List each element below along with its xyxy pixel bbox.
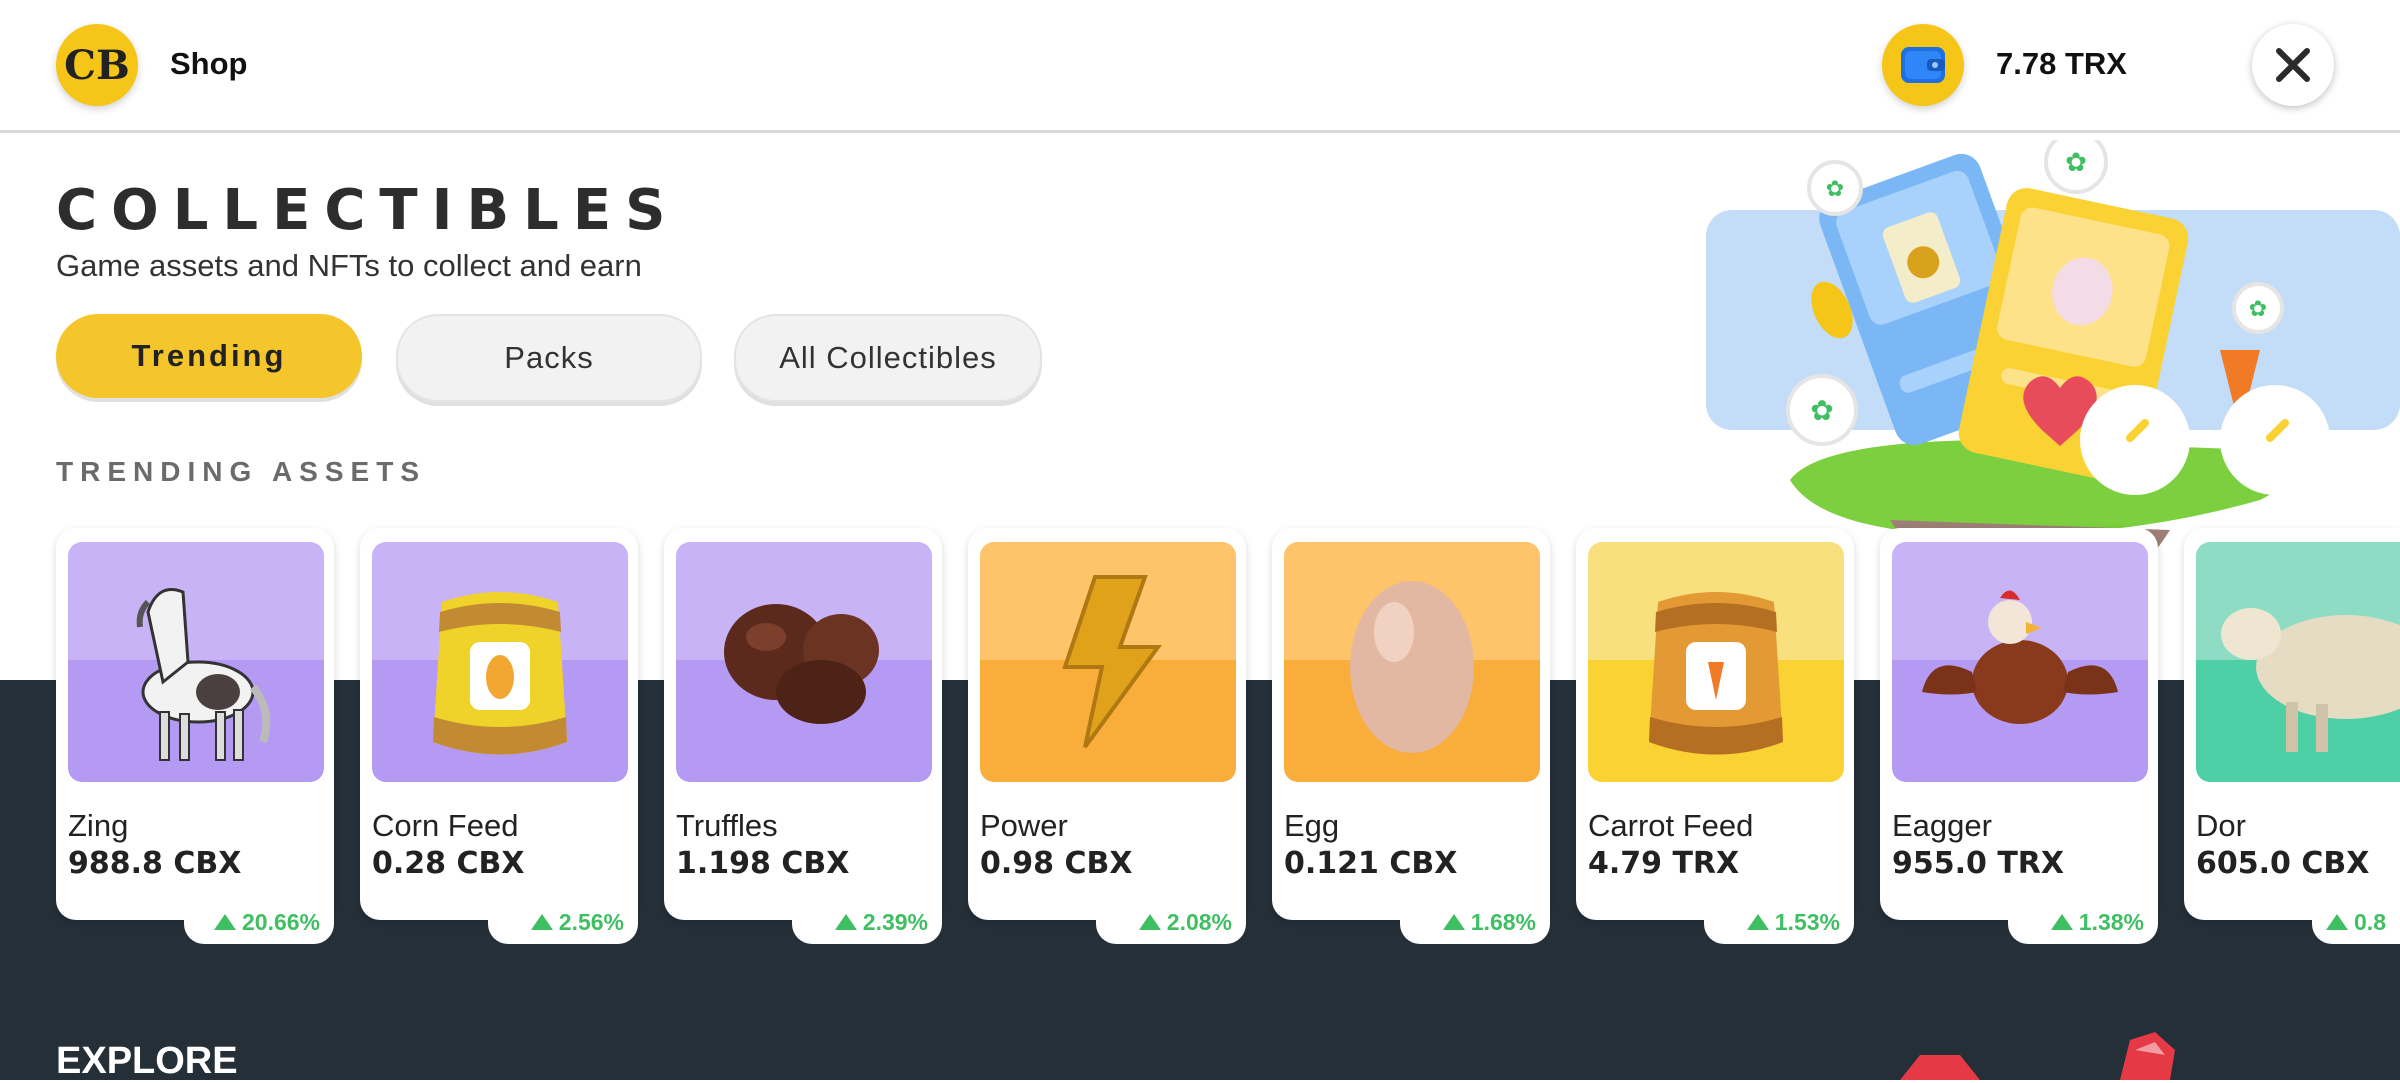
asset-name: Eagger: [1892, 808, 1992, 843]
price-change-badge: 1.38%: [2008, 900, 2158, 944]
trending-assets-title: TRENDING ASSETS: [56, 456, 426, 487]
close-button[interactable]: [2252, 24, 2334, 106]
asset-image-egg: [1284, 542, 1540, 782]
price-change-badge: 1.53%: [1704, 900, 1854, 944]
wallet-balance: 7.78 TRX: [1996, 46, 2127, 81]
asset-image-truffles: [676, 542, 932, 782]
svg-text:✿: ✿: [2249, 297, 2267, 322]
asset-image-corn-feed-bag: [372, 542, 628, 782]
asset-name: Carrot Feed: [1588, 808, 1754, 843]
asset-price: 955.0 TRX: [1892, 846, 2065, 881]
trend-up-icon: [2050, 914, 2073, 930]
asset-price: 4.79 TRX: [1588, 846, 1740, 881]
section-subtitle: Game assets and NFTs to collect and earn: [56, 248, 642, 283]
gem-icon: [1900, 1032, 2175, 1080]
asset-price: 0.28 CBX: [372, 846, 525, 881]
trend-up-icon: [213, 914, 236, 930]
tab-trending[interactable]: Trending: [56, 314, 362, 398]
tab-all-collectibles[interactable]: All Collectibles: [734, 314, 1042, 402]
page-title: Shop: [170, 46, 248, 81]
wallet-icon[interactable]: [1882, 24, 1964, 106]
svg-text:✿: ✿: [1810, 394, 1833, 427]
price-change-badge: 20.66%: [184, 900, 334, 944]
app-logo: CB: [56, 24, 138, 106]
price-change-badge: 2.08%: [1096, 900, 1246, 944]
asset-card-eagger[interactable]: Eagger 955.0 TRX 1.38%: [1880, 528, 2158, 944]
tab-packs[interactable]: Packs: [396, 314, 702, 402]
price-change-badge: 2.39%: [792, 900, 942, 944]
trend-up-icon: [1746, 914, 1769, 930]
asset-image-carrot-feed-bag: [1588, 542, 1844, 782]
asset-price: 605.0 CBX: [2196, 846, 2370, 881]
trend-up-icon: [834, 914, 857, 930]
asset-name: Corn Feed: [372, 808, 519, 843]
close-icon: [2276, 48, 2310, 82]
asset-card-dor[interactable]: Dor 605.0 CBX 0.8: [2184, 528, 2400, 944]
asset-image-chicken: [1892, 542, 2148, 782]
trend-up-icon: [1138, 914, 1161, 930]
asset-price: 0.121 CBX: [1284, 846, 1458, 881]
price-change-badge: 0.8: [2312, 900, 2400, 944]
explore-heading: EXPLORE: [56, 1040, 238, 1082]
asset-name: Power: [980, 808, 1068, 843]
price-change-badge: 1.68%: [1400, 900, 1550, 944]
asset-name: Truffles: [676, 808, 778, 843]
asset-price: 1.198 CBX: [676, 846, 850, 881]
asset-name: Zing: [68, 808, 129, 843]
trend-up-icon: [530, 914, 553, 930]
asset-name: Dor: [2196, 808, 2246, 843]
asset-card-egg[interactable]: Egg 0.121 CBX 1.68%: [1272, 528, 1550, 944]
trend-up-icon: [1442, 914, 1465, 930]
svg-text:✿: ✿: [1826, 177, 1844, 202]
asset-card-carrot-feed[interactable]: Carrot Feed 4.79 TRX 1.53%: [1576, 528, 1854, 944]
trend-up-icon: [2326, 914, 2349, 930]
asset-card-power[interactable]: Power 0.98 CBX 2.08%: [968, 528, 1246, 944]
top-bar: CB Shop 7.78 TRX: [0, 0, 2400, 133]
asset-image-horse: [68, 542, 324, 782]
asset-card-zing[interactable]: Zing 988.8 CBX 20.66%: [56, 528, 334, 944]
svg-text:✿: ✿: [2065, 148, 2087, 178]
asset-image-sheep: [2196, 542, 2400, 782]
asset-price: 988.8 CBX: [68, 846, 242, 881]
asset-price: 0.98 CBX: [980, 846, 1133, 881]
asset-card-truffles[interactable]: Truffles 1.198 CBX 2.39%: [664, 528, 942, 944]
asset-card-corn-feed[interactable]: Corn Feed 0.28 CBX 2.56%: [360, 528, 638, 944]
asset-name: Egg: [1284, 808, 1340, 843]
section-heading: COLLECTIBLES: [56, 178, 680, 243]
asset-image-lightning-bolt: [980, 542, 1236, 782]
price-change-badge: 2.56%: [488, 900, 638, 944]
